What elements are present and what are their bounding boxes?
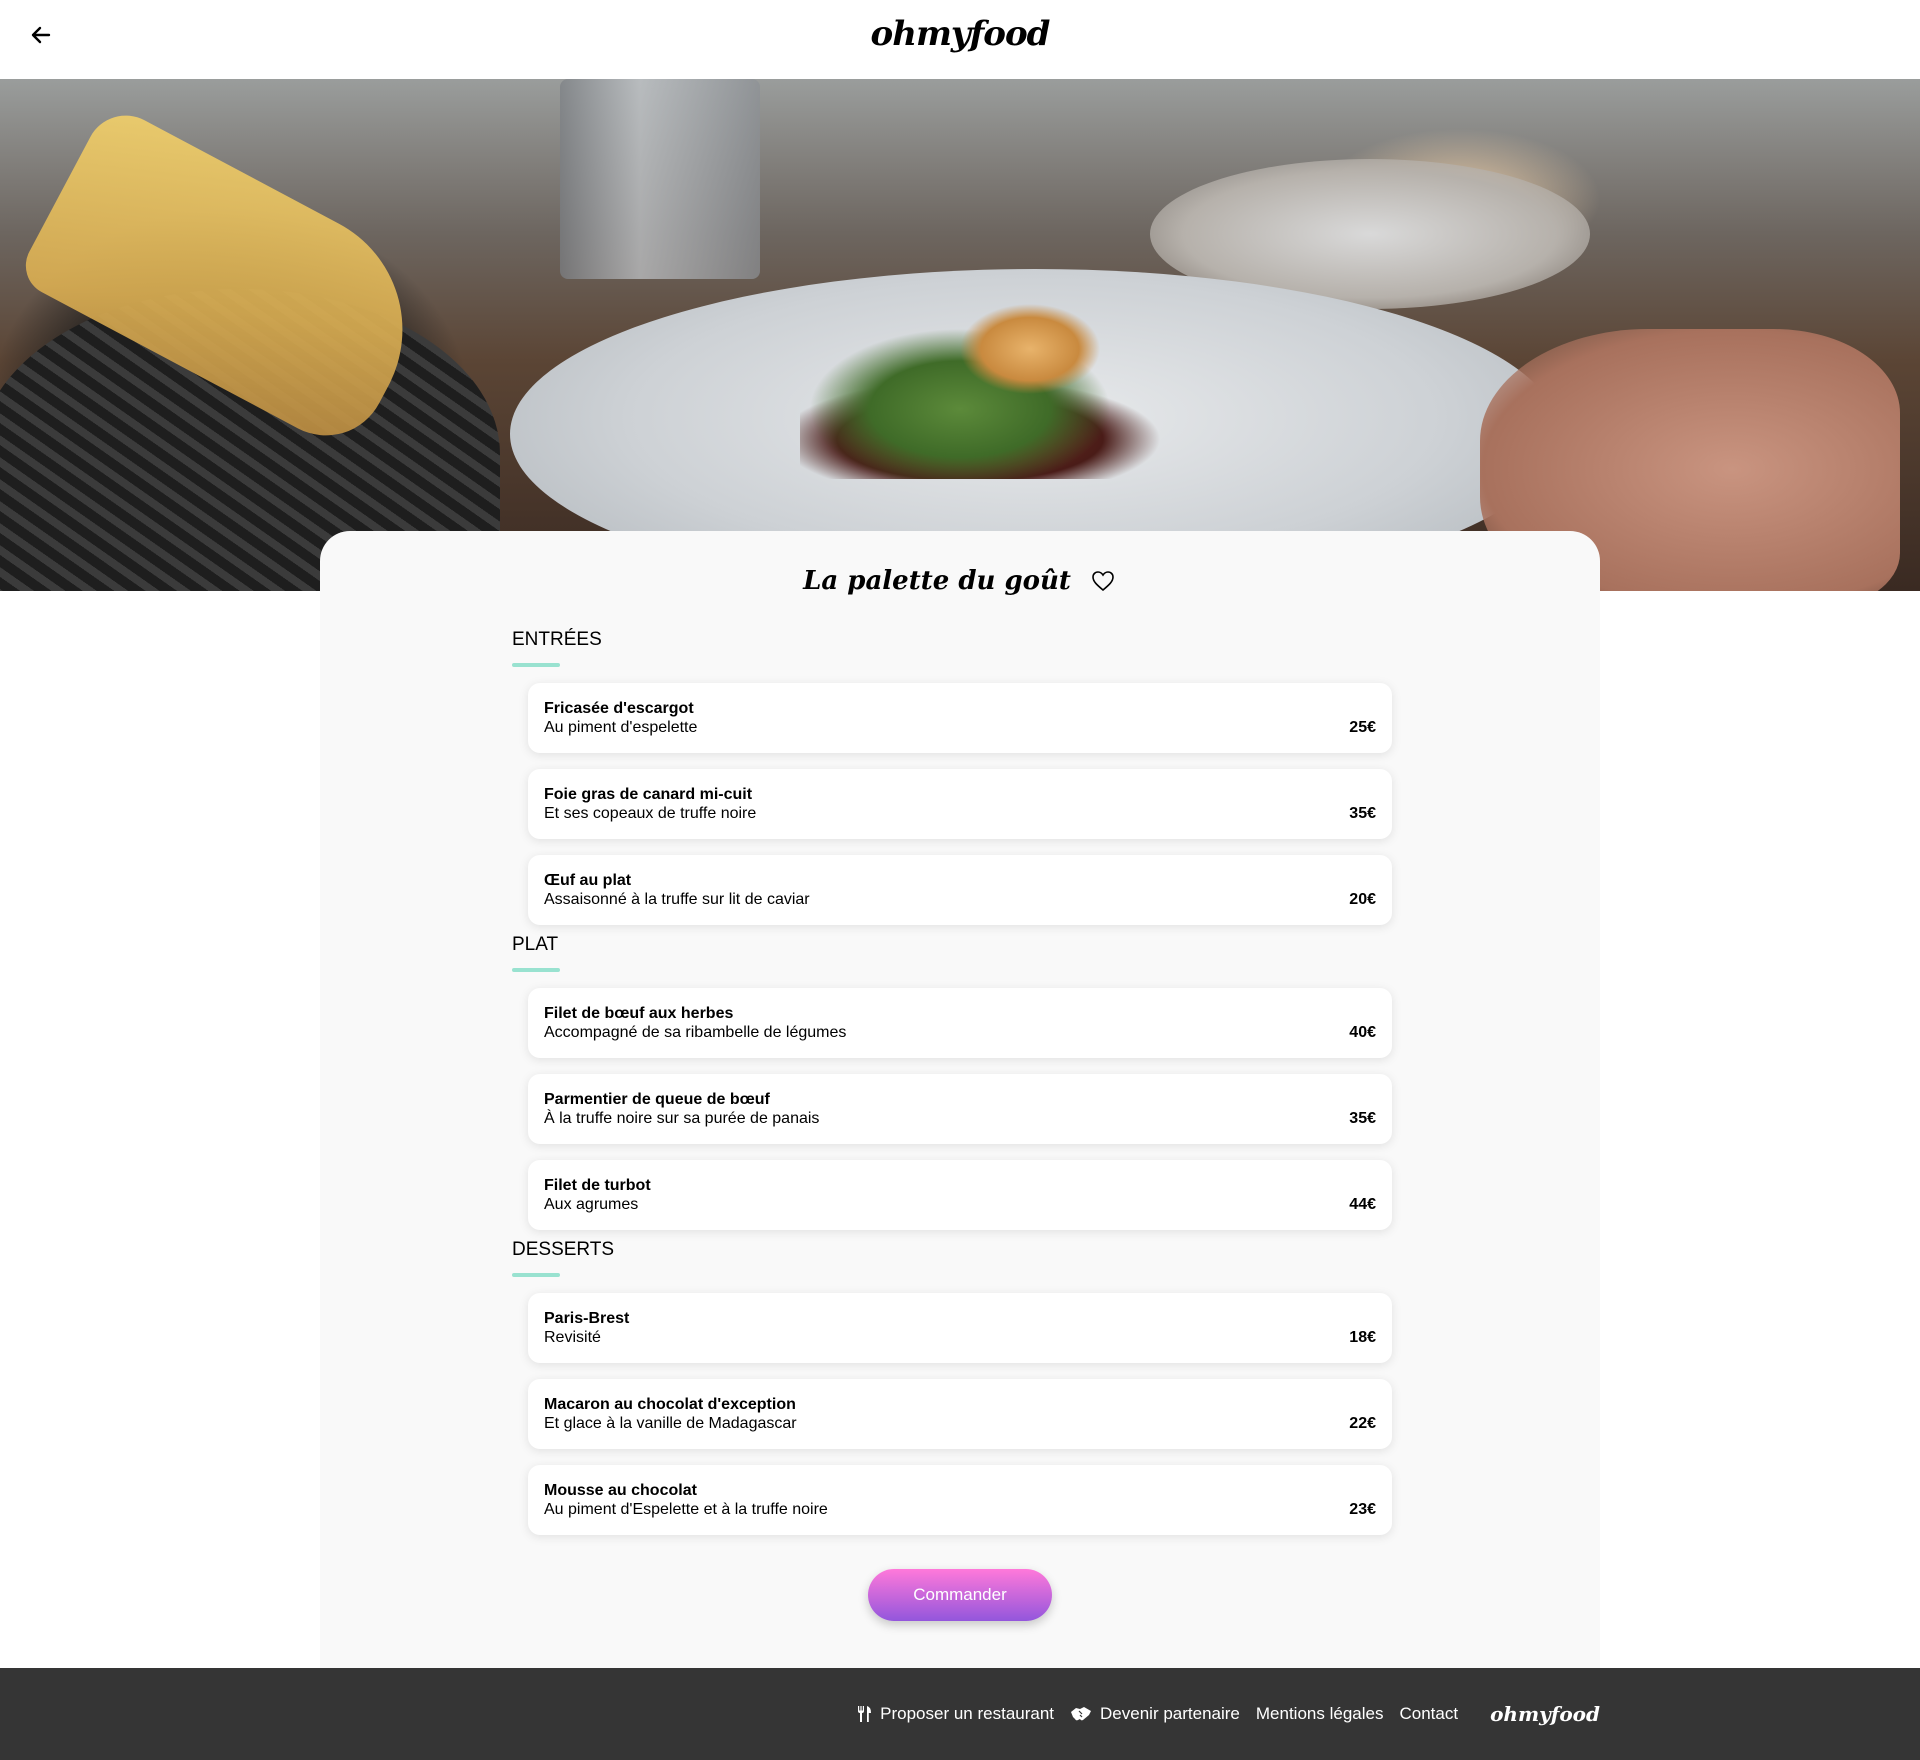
handshake-icon — [1071, 1707, 1092, 1721]
footer-links: Proposer un restaurant Devenir partenair… — [856, 1668, 1600, 1760]
hero-food-shape — [800, 289, 1160, 479]
dish-card[interactable]: Parmentier de queue de bœuf À la truffe … — [528, 1074, 1392, 1144]
hero-image — [0, 79, 1920, 591]
dish-name: Filet de turbot — [544, 1177, 651, 1194]
restaurant-name: La palette du goût — [803, 566, 1071, 596]
section-desserts: DESSERTS Paris-Brest Revisité 18€ Macaro… — [512, 1239, 1392, 1535]
menu-card: La palette du goût ENTRÉES Fricasée d'es… — [320, 531, 1600, 1668]
dish-price: 40€ — [1349, 1024, 1376, 1041]
dish-price: 44€ — [1349, 1196, 1376, 1213]
heart-icon — [1092, 571, 1114, 592]
dish-price: 25€ — [1349, 719, 1376, 736]
logo[interactable]: ohmyfood — [0, 14, 1920, 54]
dish-name: Mousse au chocolat — [544, 1482, 697, 1499]
footer: Proposer un restaurant Devenir partenair… — [0, 1668, 1920, 1760]
dish-description: Assaisonné à la truffe sur lit de caviar — [544, 891, 810, 908]
footer-link-label: Proposer un restaurant — [880, 1704, 1055, 1723]
footer-link-become-partner[interactable]: Devenir partenaire — [1070, 1704, 1240, 1724]
footer-link-contact[interactable]: Contact — [1399, 1704, 1458, 1724]
dish-description: Au piment d'Espelette et à la truffe noi… — [544, 1501, 828, 1518]
dish-card[interactable]: Fricasée d'escargot Au piment d'espelett… — [528, 683, 1392, 753]
utensils-icon — [858, 1706, 872, 1722]
dish-price: 23€ — [1349, 1501, 1376, 1518]
section-underline — [512, 663, 560, 667]
dish-description: Accompagné de sa ribambelle de légumes — [544, 1024, 847, 1041]
dish-price: 20€ — [1349, 891, 1376, 908]
dish-name: Filet de bœuf aux herbes — [544, 1005, 734, 1022]
dish-price: 35€ — [1349, 1110, 1376, 1127]
dish-name: Paris-Brest — [544, 1310, 630, 1327]
dish-card[interactable]: Filet de bœuf aux herbes Accompagné de s… — [528, 988, 1392, 1058]
section-plat: PLAT Filet de bœuf aux herbes Accompagné… — [512, 934, 1392, 1230]
section-underline — [512, 1273, 560, 1277]
section-entrees: ENTRÉES Fricasée d'escargot Au piment d'… — [512, 629, 1392, 925]
dish-card[interactable]: Mousse au chocolat Au piment d'Espelette… — [528, 1465, 1392, 1535]
dish-description: À la truffe noire sur sa purée de panais — [544, 1110, 820, 1127]
dish-price: 18€ — [1349, 1329, 1376, 1346]
dish-price: 35€ — [1349, 805, 1376, 822]
footer-link-legal[interactable]: Mentions légales — [1256, 1704, 1384, 1724]
favorite-button[interactable] — [1089, 567, 1117, 595]
footer-link-propose-restaurant[interactable]: Proposer un restaurant — [856, 1704, 1054, 1724]
header: ohmyfood — [0, 0, 1920, 79]
order-button[interactable]: Commander — [868, 1569, 1052, 1621]
dish-description: Aux agrumes — [544, 1196, 639, 1213]
footer-link-label: Devenir partenaire — [1100, 1704, 1240, 1723]
footer-link-label: Mentions légales — [1255, 1704, 1384, 1723]
title-row: La palette du goût — [320, 561, 1600, 601]
section-underline — [512, 968, 560, 972]
dish-card[interactable]: Paris-Brest Revisité 18€ — [528, 1293, 1392, 1363]
dish-card[interactable]: Foie gras de canard mi-cuit Et ses copea… — [528, 769, 1392, 839]
section-title: DESSERTS — [512, 1239, 615, 1260]
dish-description: Au piment d'espelette — [544, 719, 698, 736]
dish-name: Macaron au chocolat d'exception — [544, 1396, 796, 1413]
dish-card[interactable]: Œuf au plat Assaisonné à la truffe sur l… — [528, 855, 1392, 925]
dish-description: Et ses copeaux de truffe noire — [544, 805, 757, 822]
section-title: PLAT — [512, 934, 559, 955]
dish-name: Foie gras de canard mi-cuit — [544, 786, 753, 803]
section-title: ENTRÉES — [512, 629, 602, 650]
dish-description: Revisité — [544, 1329, 601, 1346]
dish-card[interactable]: Filet de turbot Aux agrumes 44€ — [528, 1160, 1392, 1230]
dish-price: 22€ — [1349, 1415, 1376, 1432]
dish-description: Et glace à la vanille de Madagascar — [544, 1415, 797, 1432]
footer-logo[interactable]: ohmyfood — [1490, 1702, 1600, 1726]
footer-link-label: Contact — [1399, 1704, 1459, 1723]
dish-name: Parmentier de queue de bœuf — [544, 1091, 770, 1108]
dish-name: Fricasée d'escargot — [544, 700, 694, 717]
hero-glass-shape — [560, 79, 760, 279]
dish-card[interactable]: Macaron au chocolat d'exception Et glace… — [528, 1379, 1392, 1449]
dish-name: Œuf au plat — [544, 872, 632, 889]
